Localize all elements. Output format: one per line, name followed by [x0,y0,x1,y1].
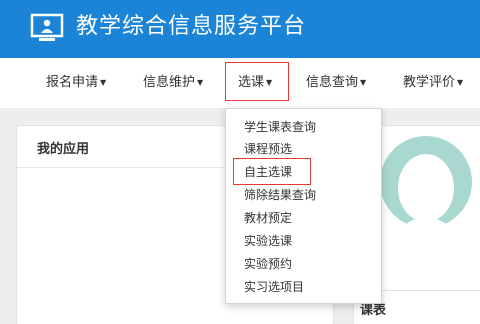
nav-item-label: 选课 [238,75,265,90]
menu-item-filter-results[interactable]: 筛除结果查询 [244,187,316,203]
menu-item-student-timetable[interactable]: 学生课表查询 [244,119,316,135]
nav-item-info-query[interactable]: 信息查询 ▼ [306,58,366,108]
menu-item-internship-project[interactable]: 实习选项目 [244,279,304,295]
nav-item-teaching-evaluation[interactable]: 教学评价 ▼ [403,58,463,108]
panel-title: 我的应用 [37,142,90,157]
screen-with-person-icon [30,13,64,41]
caret-down-icon: ▼ [197,78,204,87]
menu-item-self-selection[interactable]: 自主选课 [244,164,292,180]
menu-item-lab-selection[interactable]: 实验选课 [244,233,292,249]
app-header: 教学综合信息服务平台 [0,0,480,58]
app-title: 教学综合信息服务平台 [76,14,307,39]
nav-item-label: 报名申请 [46,75,99,90]
menu-item-course-preselection[interactable]: 课程预选 [244,141,292,157]
caret-down-icon: ▼ [457,78,464,87]
nav-item-info-maintenance[interactable]: 信息维护 ▼ [143,58,203,108]
nav-item-label: 信息查询 [306,75,359,90]
course-selection-dropdown: 学生课表查询 课程预选 自主选课 筛除结果查询 教材预定 实验选课 实验预约 实… [225,108,382,304]
main-nav: 报名申请 ▼ 信息维护 ▼ 选课 ▼ 信息查询 ▼ 教学评价 ▼ [0,58,480,108]
avatar [380,136,472,246]
caret-down-icon: ▼ [100,78,107,87]
nav-item-label: 教学评价 [403,75,456,90]
caret-down-icon: ▼ [266,78,273,87]
menu-item-textbook-order[interactable]: 教材预定 [244,210,292,226]
nav-item-label: 信息维护 [143,75,196,90]
menu-item-lab-booking[interactable]: 实验预约 [244,256,292,272]
nav-item-course-selection[interactable]: 选课 ▼ [238,58,272,108]
caret-down-icon: ▼ [360,78,367,87]
nav-item-registration[interactable]: 报名申请 ▼ [46,58,106,108]
